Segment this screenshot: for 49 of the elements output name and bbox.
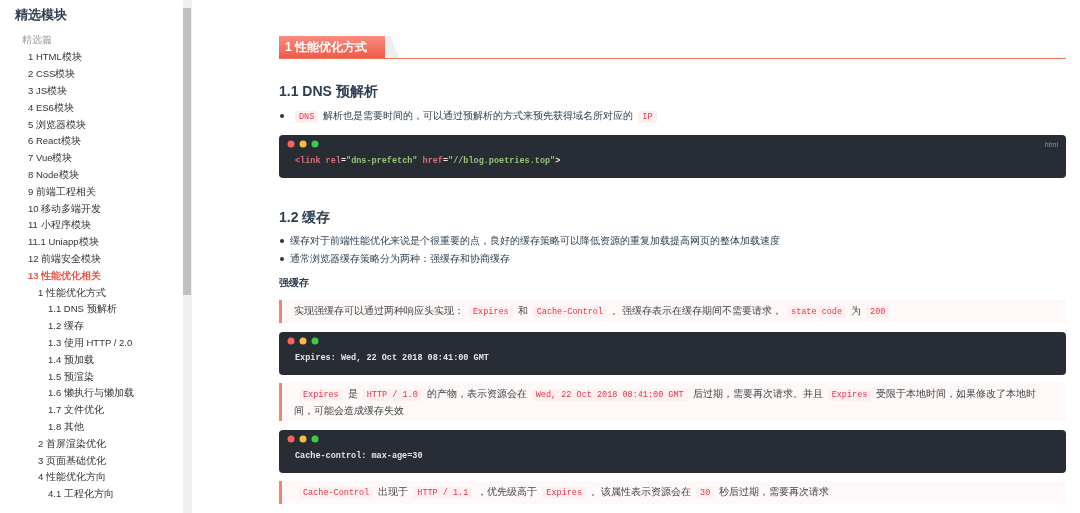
sidebar-item[interactable]: 2 CSS模块 [28,68,76,81]
sidebar-group-label: 精选篇 [21,33,53,47]
sidebar-item[interactable]: 4 性能优化方向 [38,471,106,484]
bullet-icon [280,114,284,118]
sidebar-item[interactable]: 2 首屏渲染优化 [38,437,106,450]
sidebar-item[interactable]: 1.3 使用 HTTP / 2.0 [48,336,133,349]
traffic-light-icon [287,337,321,345]
sidebar-item[interactable]: 5 浏览器模块 [28,118,86,131]
note-text: Expires 是 HTTP / 1.0 的产物，表示资源会在 Wed, 22 Oct 2018 08:41:00 GMT 后过期，需要再次请求。并且 Expires 受限于本地时间，如果修改了本地时间，可能会造成缓存失效 [279,383,1066,421]
list-item-text: 缓存对于前端性能优化来说是个很重要的点，良好的缓存策略可以降低资源的重复加载提高网页的整体加载速度 [290,235,780,246]
code-line: <link rel="dns-prefetch" href="//blog.poetries.top"> [294,155,562,168]
note-text: 实现强缓存可以通过两种响应头实现： Expires 和 Cache-Control 。强缓存表示在缓存期间不需要请求， state code 为 200 [279,300,1066,323]
bullet-icon [280,257,284,261]
sidebar-item[interactable]: 3 页面基础优化 [38,454,106,467]
sidebar-item[interactable]: 8 Node模块 [28,168,79,181]
sidebar-item[interactable]: 1 性能优化方式 [38,286,106,299]
sidebar-item[interactable]: 9 前端工程相关 [28,185,96,198]
sidebar-item[interactable]: 1.4 预加载 [48,353,94,366]
code-line: Expires: Wed, 22 Oct 2018 08:41:00 GMT [294,352,490,365]
subheading: 强缓存 [279,276,310,290]
note-text: Cache-Control 出现于 HTTP / 1.1 ，优先级高于 Expires 。该属性表示资源会在 30 秒后过期，需要再次请求 [279,481,1066,504]
sidebar-item[interactable]: 11 小程序模块 [28,219,91,232]
sidebar-title: 精选模块 [14,6,68,24]
sidebar-item[interactable]: 1.2 缓存 [48,320,84,333]
sidebar-item[interactable]: 1.8 其他 [48,420,84,433]
sidebar-item[interactable]: 7 Vue模块 [28,152,73,165]
sidebar-item[interactable]: 13 性能优化相关 [28,269,102,282]
sidebar-item[interactable]: 12 前端安全模块 [28,252,102,265]
sidebar-item[interactable]: 10 移动多端开发 [28,202,102,215]
sidebar-item[interactable]: 1 HTML模块 [28,51,82,64]
scrollbar[interactable] [183,0,191,513]
sidebar-item[interactable]: 6 React模块 [28,135,81,148]
sidebar-item[interactable]: 1.1 DNS 预解析 [48,303,117,316]
list-item-text: DNS 解析也是需要时间的，可以通过预解析的方式来预先获得域名所对应的 IP [290,110,662,121]
traffic-light-icon [287,140,321,148]
section-heading: 1.1 DNS 预解析 [279,82,379,101]
sidebar-item[interactable]: 3 JS模块 [28,85,67,97]
sidebar-item[interactable]: 1.7 文件优化 [48,404,104,417]
sidebar-item[interactable]: 1.6 懒执行与懒加载 [48,387,134,400]
list-item-text: 通常浏览器缓存策略分为两种：强缓存和协商缓存 [290,253,510,264]
section-title: 1 性能优化方式 [279,36,399,58]
sidebar-item[interactable]: 1.5 预渲染 [48,370,94,383]
bullet-icon [280,239,284,243]
traffic-light-icon [287,435,321,443]
section-heading: 1.2 缓存 [279,208,332,227]
sidebar-item[interactable]: 11.1 Uniapp模块 [28,236,99,249]
sidebar-item[interactable]: 4.1 工程化方向 [48,488,114,501]
code-line: Cache-control: max-age=30 [294,450,424,463]
sidebar-item[interactable]: 4 ES6模块 [28,101,74,114]
